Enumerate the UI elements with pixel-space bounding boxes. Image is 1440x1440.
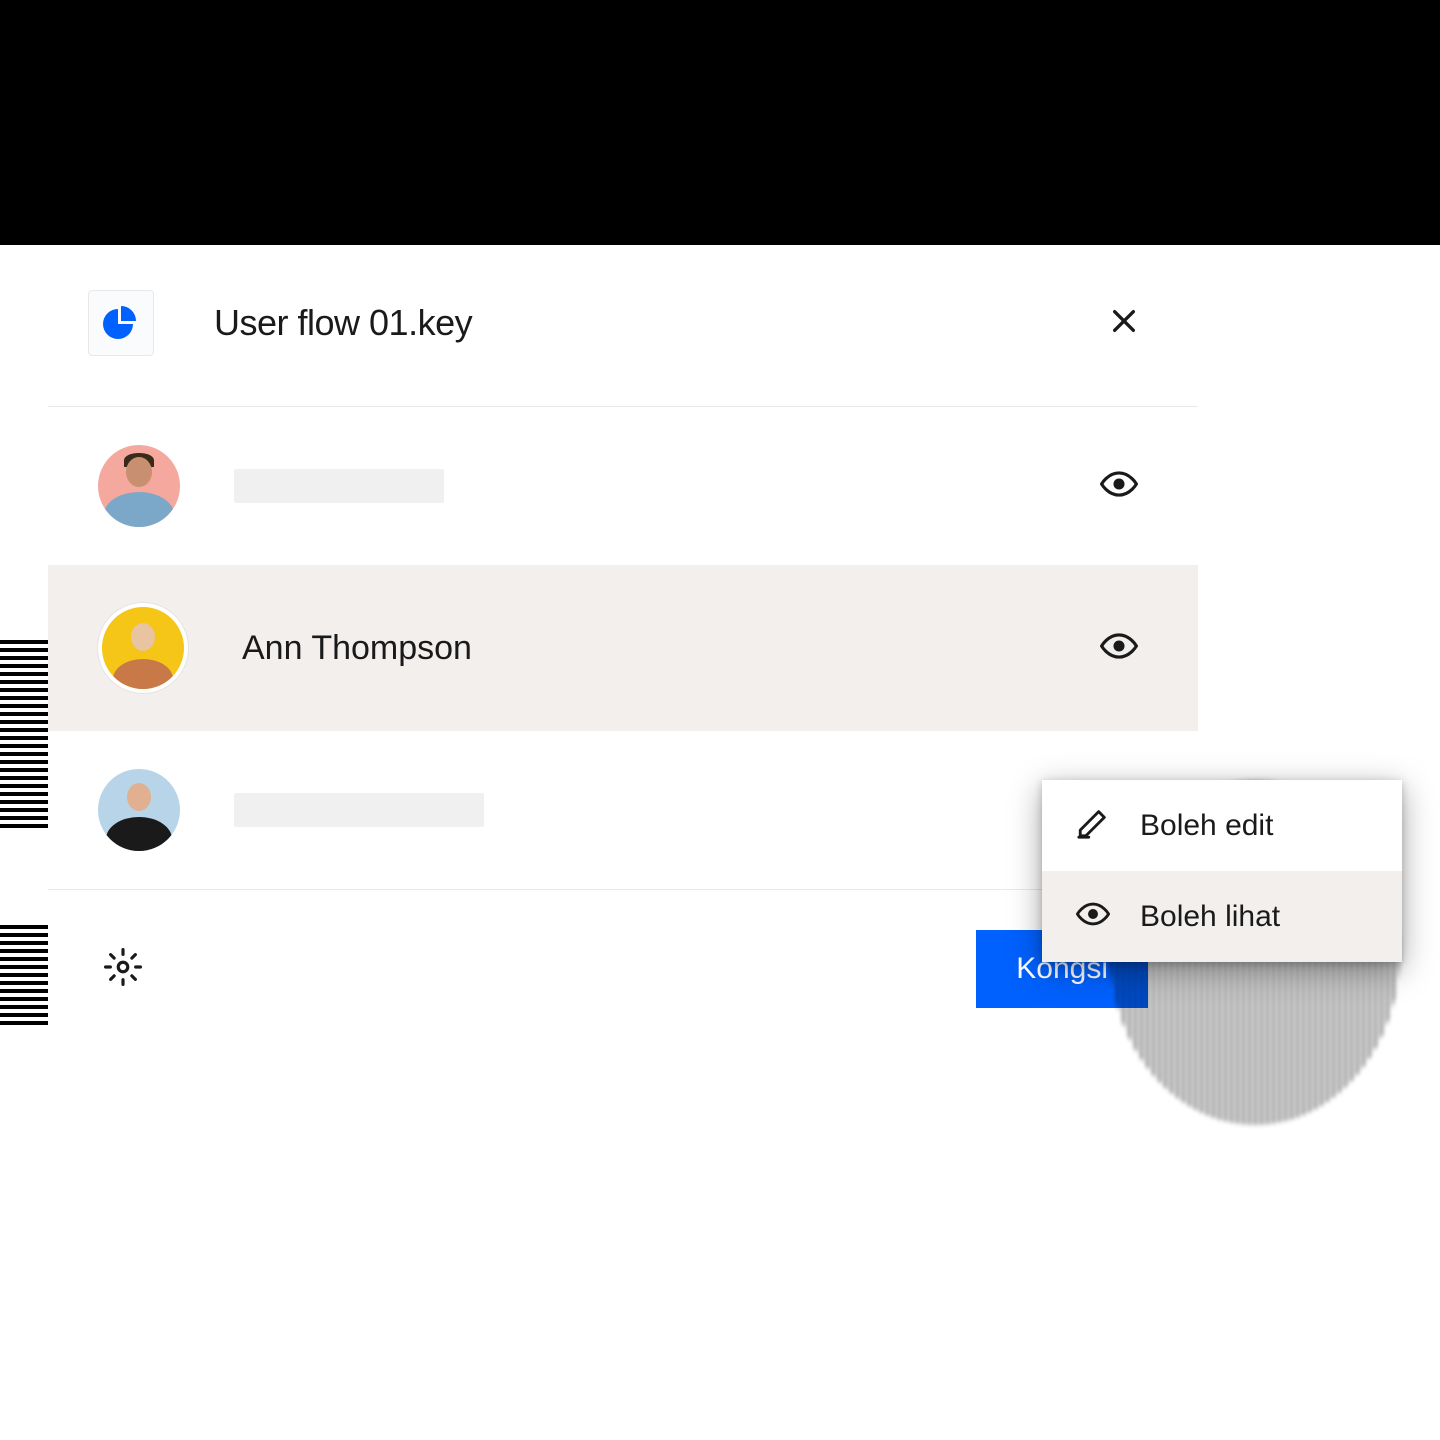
eye-icon [1100,652,1138,669]
avatar [98,603,188,693]
permission-dropdown: Boleh edit Boleh lihat [1042,780,1402,962]
dropdown-item-edit[interactable]: Boleh edit [1042,780,1402,871]
person-row[interactable]: Ann Thompson [48,565,1198,731]
permission-toggle[interactable] [1100,627,1138,670]
file-title: User flow 01.key [214,302,1100,344]
dialog-footer: Kongsi [48,889,1198,1048]
person-name: Ann Thompson [242,629,1100,668]
close-icon [1108,324,1140,341]
top-bar [0,0,1440,245]
decoration-stripe [0,638,48,828]
people-list: Ann Thompson [48,407,1198,889]
share-dialog: User flow 01.key [48,250,1198,1048]
eye-icon [1076,897,1110,936]
file-icon-container [88,290,154,356]
pencil-icon [1076,806,1110,845]
person-row[interactable] [48,731,1198,889]
person-name-placeholder [234,793,484,827]
settings-button[interactable] [104,948,142,991]
close-button[interactable] [1100,297,1148,350]
dropdown-item-view[interactable]: Boleh lihat [1042,871,1402,962]
person-row[interactable] [48,407,1198,565]
permission-toggle[interactable] [1100,465,1138,508]
avatar [98,769,180,851]
pie-chart-icon [103,303,139,344]
gear-icon [104,973,142,990]
eye-icon [1100,490,1138,507]
dropdown-label: Boleh edit [1140,809,1273,843]
dialog-header: User flow 01.key [48,250,1198,407]
avatar [98,445,180,527]
person-name-placeholder [234,469,444,503]
dropdown-label: Boleh lihat [1140,900,1280,934]
decoration-stripe [0,925,48,1025]
